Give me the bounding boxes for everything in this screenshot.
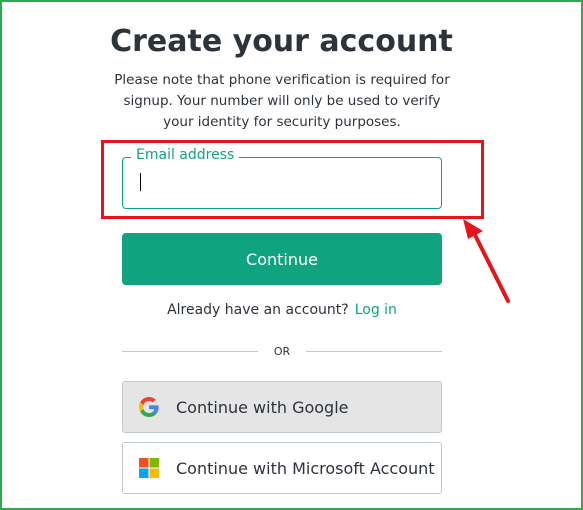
google-button-label: Continue with Google [176, 397, 349, 417]
continue-with-microsoft-button[interactable]: Continue with Microsoft Account [122, 442, 442, 494]
continue-with-google-button[interactable]: Continue with Google [122, 381, 442, 433]
page-subtitle: Please note that phone verification is r… [114, 72, 450, 130]
continue-button[interactable]: Continue [122, 233, 442, 285]
login-row: Already have an account? Log in [122, 302, 442, 318]
divider-line-right [306, 350, 442, 352]
annotation-arrow [463, 219, 510, 303]
page-title: Create your account [110, 24, 453, 59]
highlight-box [101, 140, 484, 219]
microsoft-button-label: Continue with Microsoft Account [176, 458, 435, 478]
google-icon [139, 397, 159, 417]
microsoft-icon [139, 458, 159, 478]
login-link[interactable]: Log in [355, 302, 397, 318]
login-prompt: Already have an account? [167, 302, 349, 318]
divider-text: OR [273, 344, 291, 358]
or-divider: OR [122, 343, 442, 359]
divider-line-left [122, 350, 258, 352]
